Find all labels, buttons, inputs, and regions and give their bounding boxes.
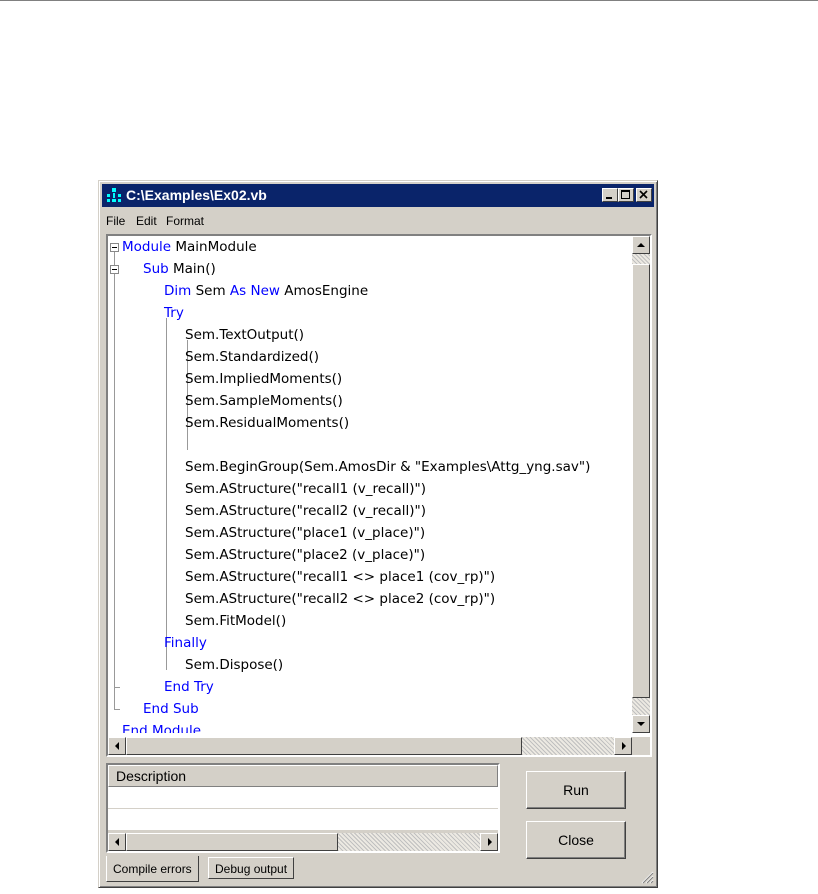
h-scroll-track[interactable] xyxy=(338,833,480,851)
output-tabs: Compile errors Debug output xyxy=(106,856,506,883)
code-line[interactable]: Finally xyxy=(164,632,207,654)
code-line[interactable]: Sem.ImpliedMoments() xyxy=(185,368,342,390)
horizontal-scrollbar[interactable] xyxy=(108,737,632,755)
scroll-corner xyxy=(632,737,650,755)
window-title: C:\Examples\Ex02.vb xyxy=(126,187,267,203)
app-icon xyxy=(107,188,121,202)
code-line[interactable]: Sem.Standardized() xyxy=(185,346,319,368)
h-scroll-track[interactable] xyxy=(522,737,614,755)
code-line[interactable]: Module MainModule xyxy=(122,236,257,258)
vertical-scrollbar[interactable] xyxy=(632,236,650,733)
errors-list[interactable] xyxy=(108,787,498,831)
fold-sub-icon[interactable] xyxy=(110,265,119,274)
code-line[interactable]: Try xyxy=(164,302,184,324)
scroll-track[interactable] xyxy=(632,698,650,715)
arrow-up-icon xyxy=(637,243,645,247)
code-line[interactable]: Sem.Dispose() xyxy=(185,654,283,676)
scroll-track[interactable] xyxy=(632,254,650,264)
close-window-button[interactable] xyxy=(636,188,652,202)
minimize-button[interactable] xyxy=(602,188,618,202)
scroll-right-button[interactable] xyxy=(480,833,498,851)
arrow-left-icon xyxy=(115,838,119,846)
code-line[interactable]: Sub Main() xyxy=(143,258,216,280)
maximize-button[interactable] xyxy=(618,188,634,202)
tab-compile-errors[interactable]: Compile errors xyxy=(106,856,199,882)
arrow-left-icon xyxy=(115,742,119,750)
menu-file[interactable]: File xyxy=(106,214,125,228)
menu-bar: File Edit Format xyxy=(102,210,654,232)
scroll-left-button[interactable] xyxy=(108,833,126,851)
code-line[interactable]: Sem.AStructure("place2 (v_place)") xyxy=(185,544,425,566)
code-area[interactable]: Module MainModule Sub Main() Dim Sem As … xyxy=(108,236,632,733)
code-line[interactable]: Sem.SampleMoments() xyxy=(185,390,343,412)
code-line[interactable]: Sem.FitModel() xyxy=(185,610,286,632)
arrow-down-icon xyxy=(637,722,645,726)
fold-guide xyxy=(114,274,115,709)
fold-guide xyxy=(114,687,120,688)
page-top-rule xyxy=(0,0,818,1)
h-scroll-thumb[interactable] xyxy=(126,833,338,851)
fold-guide xyxy=(114,252,115,265)
code-line[interactable]: Sem.ResidualMoments() xyxy=(185,412,349,434)
minimize-icon xyxy=(606,197,612,199)
compile-errors-panel: Description xyxy=(106,763,500,853)
code-line[interactable]: End Sub xyxy=(143,698,199,720)
menu-edit[interactable]: Edit xyxy=(136,214,157,228)
tab-debug-output[interactable]: Debug output xyxy=(208,857,295,879)
scroll-down-button[interactable] xyxy=(632,715,650,733)
fold-guide xyxy=(114,709,120,710)
code-line[interactable]: Dim Sem As New AmosEngine xyxy=(164,280,368,302)
scroll-up-button[interactable] xyxy=(632,236,650,254)
code-line[interactable]: Sem.AStructure("place1 (v_place)") xyxy=(185,522,425,544)
code-line[interactable]: Sem.AStructure("recall1 <> place1 (cov_r… xyxy=(185,566,495,588)
arrow-right-icon xyxy=(488,838,492,846)
code-editor[interactable]: Module MainModule Sub Main() Dim Sem As … xyxy=(106,234,652,757)
maximize-icon xyxy=(621,190,630,199)
fold-module-icon[interactable] xyxy=(110,243,119,252)
code-line[interactable]: Sem.TextOutput() xyxy=(185,324,304,346)
scroll-right-button[interactable] xyxy=(614,737,632,755)
list-item[interactable] xyxy=(108,787,498,809)
scroll-left-button[interactable] xyxy=(108,737,126,755)
code-line[interactable]: Sem.AStructure("recall1 (v_recall)") xyxy=(185,478,426,500)
close-button[interactable]: Close xyxy=(526,821,626,859)
description-column-header[interactable]: Description xyxy=(108,765,498,787)
arrow-right-icon xyxy=(622,742,626,750)
code-line[interactable]: End Try xyxy=(164,676,214,698)
resize-grip-icon[interactable] xyxy=(640,870,654,884)
list-item[interactable] xyxy=(108,809,498,831)
code-line[interactable]: Sem.AStructure("recall2 (v_recall)") xyxy=(185,500,426,522)
code-line[interactable]: Sem.AStructure("recall2 <> place2 (cov_r… xyxy=(185,588,495,610)
h-scroll-thumb[interactable] xyxy=(126,737,522,755)
fold-guide xyxy=(166,318,167,648)
run-button[interactable]: Run xyxy=(526,771,626,809)
code-line[interactable]: Sem.BeginGroup(Sem.AmosDir & "Examples\A… xyxy=(185,456,590,478)
editor-window: C:\Examples\Ex02.vb File Edit Format Mod… xyxy=(98,180,658,888)
errors-horizontal-scrollbar[interactable] xyxy=(108,833,498,851)
title-bar[interactable]: C:\Examples\Ex02.vb xyxy=(102,184,654,207)
menu-format[interactable]: Format xyxy=(166,214,204,228)
close-icon xyxy=(639,190,648,199)
scroll-thumb[interactable] xyxy=(632,264,650,698)
code-line[interactable]: End Module xyxy=(122,720,201,733)
